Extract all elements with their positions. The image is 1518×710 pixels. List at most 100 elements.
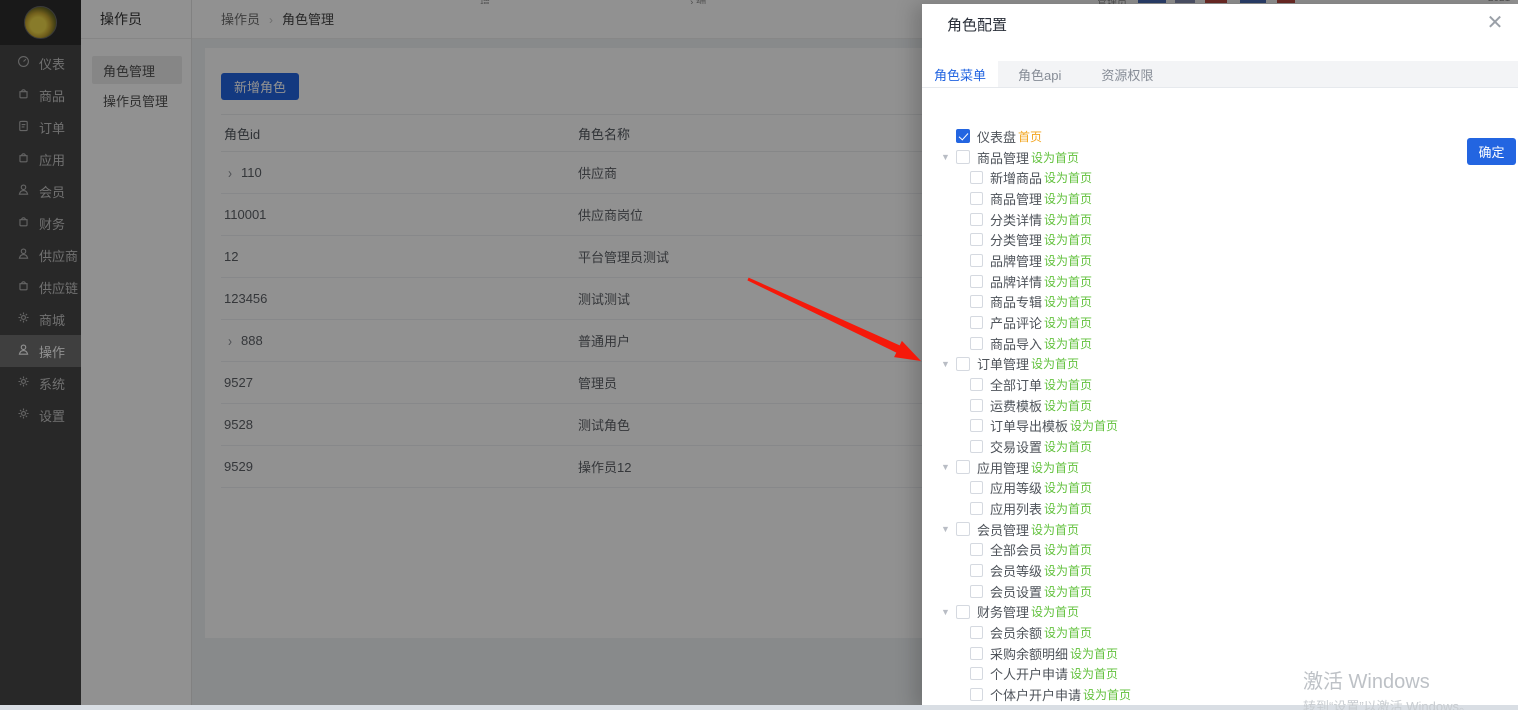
tree-checkbox[interactable] <box>970 316 983 329</box>
tree-checkbox[interactable] <box>970 213 983 226</box>
tree-label[interactable]: 全部订单 <box>990 375 1042 394</box>
tree-checkbox[interactable] <box>970 171 983 184</box>
tree-checkbox[interactable] <box>970 502 983 515</box>
caret-down-icon[interactable]: ▼ <box>941 524 956 534</box>
tree-label[interactable]: 应用等级 <box>990 478 1042 497</box>
tree-checkbox[interactable] <box>970 440 983 453</box>
tree-set-home-link[interactable]: 设为首页 <box>1044 500 1092 517</box>
tree-row: 个人开户申请 设为首页 <box>922 663 1518 684</box>
tree-set-home-link[interactable]: 设为首页 <box>1044 252 1092 269</box>
tree-label[interactable]: 财务管理 <box>977 602 1029 621</box>
tree-checkbox[interactable] <box>970 233 983 246</box>
tree-checkbox[interactable] <box>970 647 983 660</box>
tree-label[interactable]: 分类管理 <box>990 230 1042 249</box>
tree-set-home-link[interactable]: 设为首页 <box>1031 603 1079 620</box>
tree-label[interactable]: 商品管理 <box>990 189 1042 208</box>
tree-checkbox[interactable] <box>970 564 983 577</box>
tree-set-home-link[interactable]: 设为首页 <box>1070 665 1118 682</box>
tree-set-home-link[interactable]: 设为首页 <box>1031 149 1079 166</box>
tree-set-home-link[interactable]: 设为首页 <box>1044 190 1092 207</box>
tree-set-home-link[interactable]: 设为首页 <box>1044 583 1092 600</box>
tree-set-home-link[interactable]: 设为首页 <box>1083 686 1131 703</box>
tree-checkbox[interactable] <box>970 626 983 639</box>
drawer-tab-角色菜单[interactable]: 角色菜单 <box>922 61 998 87</box>
tree-checkbox[interactable] <box>970 481 983 494</box>
tree-checkbox[interactable] <box>970 275 983 288</box>
tree-checkbox[interactable] <box>970 667 983 680</box>
tree-home-badge[interactable]: 首页 <box>1018 128 1042 145</box>
caret-down-icon[interactable]: ▼ <box>941 152 956 162</box>
tree-row: ▼ 订单管理 设为首页 <box>922 353 1518 374</box>
tree-set-home-link[interactable]: 设为首页 <box>1070 645 1118 662</box>
caret-down-icon[interactable]: ▼ <box>941 359 956 369</box>
tree-set-home-link[interactable]: 设为首页 <box>1070 417 1118 434</box>
tree-checkbox[interactable] <box>970 254 983 267</box>
tree-set-home-link[interactable]: 设为首页 <box>1044 624 1092 641</box>
tree-row: ▼ 应用管理 设为首页 <box>922 457 1518 478</box>
tree-label[interactable]: 订单导出模板 <box>990 416 1068 435</box>
tree-set-home-link[interactable]: 设为首页 <box>1031 521 1079 538</box>
tree-checkbox[interactable] <box>956 150 970 164</box>
drawer-tab-角色api[interactable]: 角色api <box>998 61 1081 87</box>
tree-checkbox[interactable] <box>956 605 970 619</box>
tree-set-home-link[interactable]: 设为首页 <box>1044 293 1092 310</box>
tree-label[interactable]: 采购余额明细 <box>990 644 1068 663</box>
tree-set-home-link[interactable]: 设为首页 <box>1044 397 1092 414</box>
tree-set-home-link[interactable]: 设为首页 <box>1044 562 1092 579</box>
tree-checkbox[interactable] <box>970 543 983 556</box>
tree-label[interactable]: 应用列表 <box>990 499 1042 518</box>
tree-label[interactable]: 商品管理 <box>977 148 1029 167</box>
tree-set-home-link[interactable]: 设为首页 <box>1031 459 1079 476</box>
tree-row: 应用等级 设为首页 <box>922 477 1518 498</box>
tree-checkbox[interactable] <box>970 585 983 598</box>
tree-label[interactable]: 品牌管理 <box>990 251 1042 270</box>
tree-checkbox[interactable] <box>970 295 983 308</box>
tree-checkbox[interactable] <box>970 192 983 205</box>
tree-checkbox[interactable] <box>970 419 983 432</box>
tree-label[interactable]: 会员等级 <box>990 561 1042 580</box>
tree-checkbox[interactable] <box>956 129 970 143</box>
caret-down-icon[interactable]: ▼ <box>941 607 956 617</box>
caret-down-icon[interactable]: ▼ <box>941 462 956 472</box>
tree-checkbox[interactable] <box>956 460 970 474</box>
tree-set-home-link[interactable]: 设为首页 <box>1044 314 1092 331</box>
tree-set-home-link[interactable]: 设为首页 <box>1044 273 1092 290</box>
tree-label[interactable]: 分类详情 <box>990 210 1042 229</box>
tree-label[interactable]: 商品导入 <box>990 334 1042 353</box>
tree-label[interactable]: 运费模板 <box>990 396 1042 415</box>
tree-row: ▼ 财务管理 设为首页 <box>922 601 1518 622</box>
tree-checkbox[interactable] <box>970 337 983 350</box>
tree-label[interactable]: 订单管理 <box>977 354 1029 373</box>
tree-checkbox[interactable] <box>970 688 983 701</box>
tree-label[interactable]: 新增商品 <box>990 168 1042 187</box>
tree-label[interactable]: 应用管理 <box>977 458 1029 477</box>
tree-row: 会员设置 设为首页 <box>922 581 1518 602</box>
tree-set-home-link[interactable]: 设为首页 <box>1044 335 1092 352</box>
tree-label[interactable]: 个体户开户申请 <box>990 685 1081 704</box>
tree-set-home-link[interactable]: 设为首页 <box>1031 355 1079 372</box>
tree-checkbox[interactable] <box>970 399 983 412</box>
tree-label[interactable]: 品牌详情 <box>990 272 1042 291</box>
tree-label[interactable]: 会员余额 <box>990 623 1042 642</box>
tree-set-home-link[interactable]: 设为首页 <box>1044 211 1092 228</box>
tree-checkbox[interactable] <box>956 357 970 371</box>
tree-set-home-link[interactable]: 设为首页 <box>1044 231 1092 248</box>
tree-checkbox[interactable] <box>970 378 983 391</box>
tree-set-home-link[interactable]: 设为首页 <box>1044 376 1092 393</box>
tree-label[interactable]: 产品评论 <box>990 313 1042 332</box>
tree-label[interactable]: 会员管理 <box>977 520 1029 539</box>
confirm-button[interactable]: 确定 <box>1467 138 1516 165</box>
tree-label[interactable]: 会员设置 <box>990 582 1042 601</box>
close-icon[interactable]: ✕ <box>1483 10 1507 34</box>
tree-checkbox[interactable] <box>956 522 970 536</box>
tree-set-home-link[interactable]: 设为首页 <box>1044 169 1092 186</box>
tree-set-home-link[interactable]: 设为首页 <box>1044 541 1092 558</box>
drawer-tab-资源权限[interactable]: 资源权限 <box>1081 61 1173 87</box>
tree-label[interactable]: 个人开户申请 <box>990 664 1068 683</box>
tree-set-home-link[interactable]: 设为首页 <box>1044 438 1092 455</box>
tree-label[interactable]: 交易设置 <box>990 437 1042 456</box>
tree-label[interactable]: 商品专辑 <box>990 292 1042 311</box>
tree-label[interactable]: 仪表盘 <box>977 127 1016 146</box>
tree-set-home-link[interactable]: 设为首页 <box>1044 479 1092 496</box>
tree-label[interactable]: 全部会员 <box>990 540 1042 559</box>
